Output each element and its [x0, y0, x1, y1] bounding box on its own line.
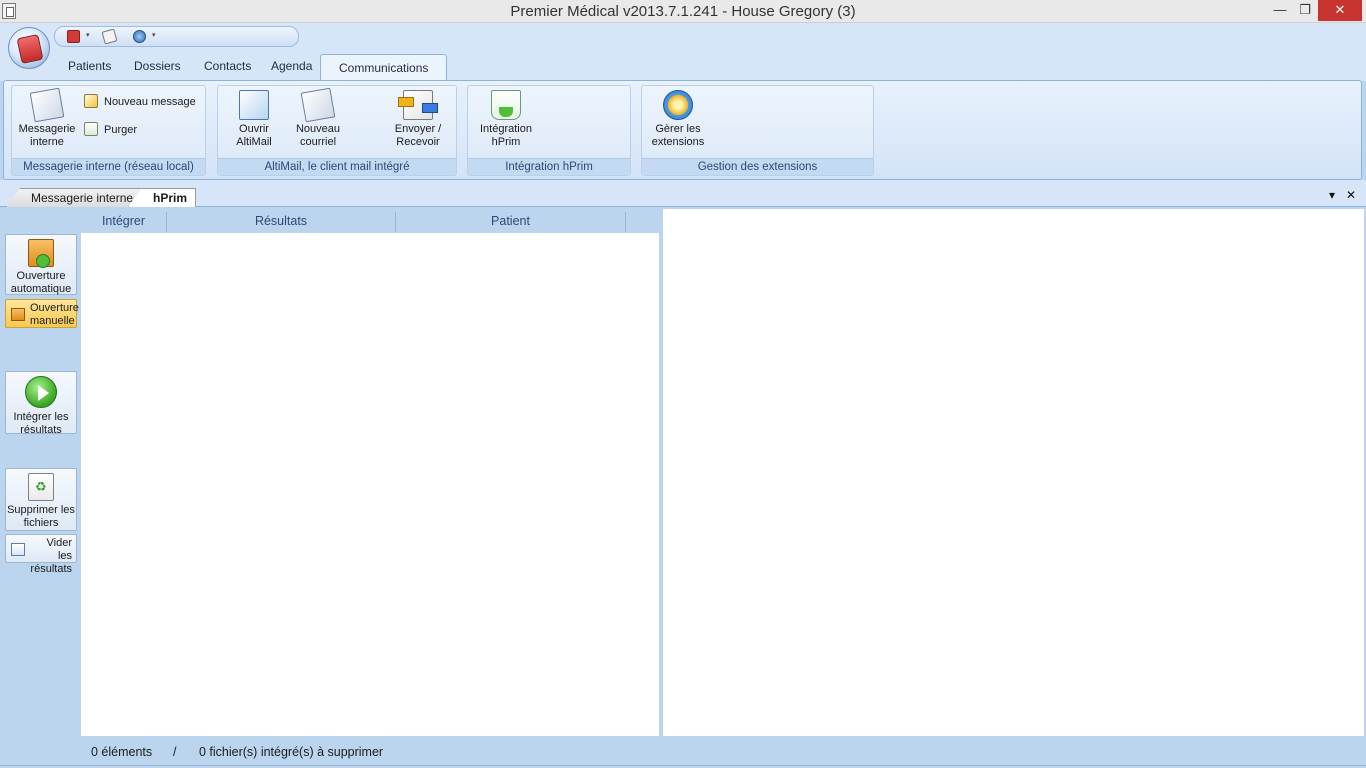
extensions-gear-icon [663, 90, 693, 120]
ouvrir-altimail-label-1: Ouvrir [239, 123, 269, 135]
integrer-resultats-label-1: Intégrer les [13, 411, 69, 423]
column-header-patient[interactable]: Patient [396, 214, 625, 228]
ouverture-manuelle-button[interactable]: Ouverture manuelle [5, 299, 79, 328]
integrer-resultats-label-2: résultats [20, 424, 62, 436]
ribbon-tab-row: Patients Dossiers Contacts Agenda Commun… [0, 51, 1366, 82]
integration-hprim-label-1: Intégration [480, 123, 532, 135]
tab-dossiers[interactable]: Dossiers [134, 59, 181, 73]
gerer-extensions-label-1: Gèrer les [655, 123, 701, 135]
nouveau-message-button[interactable]: Nouveau message [84, 94, 196, 108]
status-files-to-delete: 0 fichier(s) intégré(s) à supprimer [199, 745, 384, 759]
gerer-extensions-label-2: extensions [651, 136, 705, 148]
results-grid-header: Intégrer Résultats Patient [81, 210, 659, 232]
result-preview-pane[interactable] [663, 209, 1364, 736]
nouveau-courriel-label-1: Nouveau [295, 123, 341, 135]
ouverture-automatique-label-2: automatique [10, 283, 72, 295]
title-bar: Premier Médical v2013.7.1.241 - House Gr… [0, 0, 1366, 23]
folder-icon [11, 308, 25, 321]
flask-icon [491, 90, 521, 120]
group-label: Messagerie interne (réseau local) [12, 158, 205, 175]
vider-resultats-label-1: Vider les [46, 537, 72, 562]
clear-results-icon [11, 543, 25, 556]
vider-resultats-button[interactable]: Vider les résultats [5, 534, 77, 575]
application-menu-button[interactable] [8, 27, 50, 69]
quick-access-toolbar: ▾ ▾ [54, 26, 299, 47]
play-icon [25, 376, 57, 408]
column-header-resultats[interactable]: Résultats [167, 214, 395, 228]
ouvrir-altimail-label-2: AltiMail [236, 136, 272, 148]
tab-agenda[interactable]: Agenda [271, 59, 312, 73]
ouverture-manuelle-label-2: manuelle [30, 315, 75, 327]
mail-icon[interactable] [101, 28, 118, 45]
status-separator: / [173, 745, 177, 759]
book-dropdown-icon[interactable]: ▾ [86, 31, 90, 39]
group-label: AltiMail, le client mail intégré [218, 158, 456, 175]
send-receive-icon [398, 90, 438, 120]
ouverture-automatique-button[interactable]: Ouverture automatique [5, 234, 77, 295]
ouverture-manuelle-label-1: Ouverture [30, 302, 79, 314]
maximize-button[interactable]: ❐ [1290, 0, 1320, 21]
ouvrir-altimail-button[interactable]: Ouvrir AltiMail [228, 90, 280, 149]
purger-button[interactable]: Purger [84, 122, 137, 136]
envoyer-recevoir-label-1: Envoyer / [394, 123, 442, 135]
recycle-icon [28, 473, 54, 501]
ouverture-automatique-label-1: Ouverture [16, 270, 66, 282]
globe-icon[interactable] [133, 30, 146, 43]
tab-contacts[interactable]: Contacts [204, 59, 251, 73]
group-messagerie-interne: Messagerie interne Nouveau message Purge… [11, 85, 206, 176]
envoyer-recevoir-label-2: Recevoir [396, 136, 440, 148]
integrer-resultats-button[interactable]: Intégrer les résultats [5, 371, 77, 436]
supprimer-fichiers-label-2: fichiers [23, 517, 59, 529]
messagerie-interne-label-2: interne [30, 136, 64, 148]
group-gestion-extensions: Gèrer les extensions Gestion des extensi… [641, 85, 874, 176]
supprimer-fichiers-label-1: Supprimer les [7, 504, 75, 516]
messagerie-interne-button[interactable]: Messagerie interne [16, 87, 78, 149]
doc-tabs-dropdown-icon[interactable]: ▾ [1329, 188, 1335, 202]
window-title: Premier Médical v2013.7.1.241 - House Gr… [510, 3, 856, 20]
doc-tab-messagerie-interne[interactable]: Messagerie interne [6, 188, 143, 207]
mail-icon [300, 87, 336, 123]
purge-icon [84, 122, 98, 136]
results-grid-body[interactable] [81, 233, 659, 736]
nouveau-courriel-label-2: courriel [299, 136, 337, 148]
nouveau-message-label: Nouveau message [104, 96, 196, 108]
purger-label: Purger [104, 124, 138, 136]
messagerie-interne-label-1: Messagerie [18, 123, 76, 135]
auto-open-icon [28, 239, 54, 268]
at-mail-icon [239, 90, 269, 120]
supprimer-fichiers-button[interactable]: Supprimer les fichiers [5, 468, 77, 531]
new-message-icon [84, 94, 98, 108]
vider-resultats-label-2: résultats [30, 563, 72, 575]
mail-icon [29, 87, 65, 123]
close-button[interactable]: ✕ [1318, 0, 1362, 21]
column-header-integrer[interactable]: Intégrer [81, 214, 166, 228]
group-integration-hprim: Intégration hPrim Intégration hPrim [467, 85, 631, 176]
tab-patients[interactable]: Patients [68, 59, 111, 73]
status-element-count: 0 éléments [91, 745, 153, 759]
group-altimail: Ouvrir AltiMail Nouveau courriel Envoyer… [217, 85, 457, 176]
column-separator[interactable] [625, 212, 626, 232]
doc-tabs-close-icon[interactable]: ✕ [1346, 188, 1356, 202]
integration-hprim-button[interactable]: Intégration hPrim [474, 90, 538, 149]
integration-hprim-label-2: hPrim [491, 136, 521, 148]
envoyer-recevoir-button[interactable]: Envoyer / Recevoir [386, 90, 450, 149]
ribbon-panel: Messagerie interne Nouveau message Purge… [3, 80, 1362, 180]
book-icon[interactable] [67, 30, 80, 43]
document-tabs: Messagerie interne hPrim [0, 180, 1366, 207]
group-label: Intégration hPrim [468, 158, 630, 175]
status-bar: 0 éléments / 0 fichier(s) intégré(s) à s… [0, 737, 1366, 768]
group-label: Gestion des extensions [642, 158, 873, 175]
globe-dropdown-icon[interactable]: ▾ [152, 31, 156, 39]
tab-communications[interactable]: Communications [320, 54, 448, 82]
nouveau-courriel-button[interactable]: Nouveau courriel [290, 87, 346, 149]
gerer-extensions-button[interactable]: Gèrer les extensions [648, 90, 708, 149]
actions-panel: Ouverture automatique Ouverture manuelle… [0, 208, 80, 738]
